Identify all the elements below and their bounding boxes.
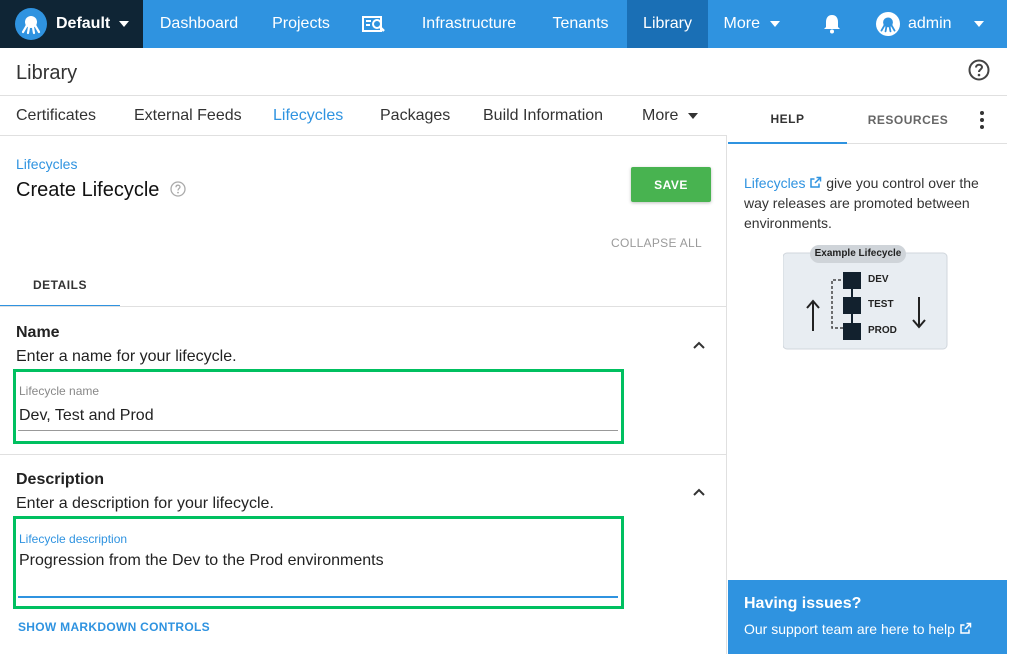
divider xyxy=(0,306,727,307)
tab-details[interactable]: DETAILS xyxy=(0,264,120,307)
tab-more-label: More xyxy=(642,107,679,124)
breadcrumb[interactable]: Lifecycles xyxy=(16,156,77,172)
description-section-subtitle: Enter a description for your lifecycle. xyxy=(16,495,274,512)
example-lifecycle-diagram: Example Lifecycle DEV TEST PROD xyxy=(782,241,949,351)
collapse-all-button[interactable]: COLLAPSE ALL xyxy=(611,236,702,250)
tab-certificates[interactable]: Certificates xyxy=(16,107,96,125)
page-scrollbar[interactable] xyxy=(1007,0,1024,654)
top-nav-bar: Default Dashboard Projects Infrastructur… xyxy=(0,0,1007,48)
chevron-up-icon[interactable] xyxy=(692,340,706,350)
library-subtabs: Certificates External Feeds Lifecycles P… xyxy=(0,96,727,136)
divider xyxy=(0,454,727,455)
external-link-icon xyxy=(810,176,822,188)
lifecycle-form-card: Lifecycles Create Lifecycle SAVE COLLAPS… xyxy=(0,136,727,654)
name-section-subtitle: Enter a name for your lifecycle. xyxy=(16,348,237,365)
save-button[interactable]: SAVE xyxy=(631,167,711,202)
input-underline xyxy=(18,596,618,598)
name-section-heading[interactable]: Name xyxy=(16,324,60,342)
nav-library[interactable]: Library xyxy=(627,0,708,48)
input-underline xyxy=(18,430,618,431)
lifecycles-docs-link[interactable]: Lifecycles xyxy=(744,175,822,191)
tab-build-information[interactable]: Build Information xyxy=(483,107,603,125)
chevron-down-icon xyxy=(119,21,130,27)
support-banner: Having issues? Our support team are here… xyxy=(728,580,1007,654)
external-link-icon xyxy=(960,622,972,634)
page-title: Library xyxy=(16,62,78,84)
help-sidebar-tabs: HELP RESOURCES xyxy=(728,96,1007,144)
lifecycle-description-input[interactable]: Progression from the Dev to the Prod env… xyxy=(19,552,384,570)
user-name: admin xyxy=(908,15,952,32)
support-link-text: Our support team are here to help xyxy=(744,621,955,637)
show-markdown-controls-link[interactable]: SHOW MARKDOWN CONTROLS xyxy=(18,620,210,634)
lifecycles-link-text: Lifecycles xyxy=(744,175,806,191)
notifications-button[interactable] xyxy=(812,0,852,48)
more-options-icon[interactable] xyxy=(974,110,990,130)
chevron-down-icon xyxy=(688,112,699,119)
nav-search-report[interactable] xyxy=(347,0,403,48)
octopus-logo-icon xyxy=(15,8,47,40)
nav-more[interactable]: More xyxy=(708,0,796,48)
user-avatar-icon xyxy=(876,12,900,36)
support-link[interactable]: Our support team are here to help xyxy=(744,621,972,637)
support-banner-title: Having issues? xyxy=(744,595,862,612)
space-switcher-button[interactable]: Default xyxy=(0,0,143,48)
lifecycle-description-label: Lifecycle description xyxy=(19,532,128,546)
nav-dashboard[interactable]: Dashboard xyxy=(143,0,255,48)
tab-more[interactable]: More xyxy=(642,107,699,125)
nav-more-label: More xyxy=(723,15,760,32)
tab-external-feeds[interactable]: External Feeds xyxy=(134,107,242,125)
nav-tenants[interactable]: Tenants xyxy=(535,0,626,48)
tab-help[interactable]: HELP xyxy=(728,96,847,144)
page-header: Library xyxy=(0,48,1007,96)
stage-dev-label: DEV xyxy=(868,274,889,285)
help-sidebar: HELP RESOURCES Lifecycles give you contr… xyxy=(728,96,1007,654)
space-name: Default xyxy=(56,15,111,32)
lifecycle-name-field[interactable]: Lifecycle name Dev, Test and Prod xyxy=(13,369,624,444)
lifecycle-description-field[interactable]: Lifecycle description Progression from t… xyxy=(13,516,624,609)
description-section-heading[interactable]: Description xyxy=(16,471,104,489)
form-title: Create Lifecycle xyxy=(16,179,160,201)
search-report-icon xyxy=(362,15,385,32)
help-text: Lifecycles give you control over the way… xyxy=(744,173,996,233)
tab-packages[interactable]: Packages xyxy=(380,107,450,125)
chevron-up-icon[interactable] xyxy=(692,487,706,497)
stage-prod-label: PROD xyxy=(868,325,897,336)
diagram-title: Example Lifecycle xyxy=(814,248,902,259)
lifecycle-name-input[interactable]: Dev, Test and Prod xyxy=(19,407,154,425)
lifecycle-name-label: Lifecycle name xyxy=(19,384,100,398)
user-menu-button[interactable]: admin xyxy=(876,12,1007,36)
chevron-down-icon xyxy=(770,20,781,27)
tab-lifecycles[interactable]: Lifecycles xyxy=(273,107,343,125)
nav-infrastructure[interactable]: Infrastructure xyxy=(403,0,535,48)
nav-projects[interactable]: Projects xyxy=(255,0,347,48)
chevron-down-icon xyxy=(973,21,984,27)
bell-icon xyxy=(824,14,840,34)
tab-resources[interactable]: RESOURCES xyxy=(848,96,968,144)
help-circle-icon[interactable] xyxy=(968,59,990,81)
help-circle-icon[interactable] xyxy=(170,181,186,197)
stage-test-label: TEST xyxy=(868,299,894,310)
